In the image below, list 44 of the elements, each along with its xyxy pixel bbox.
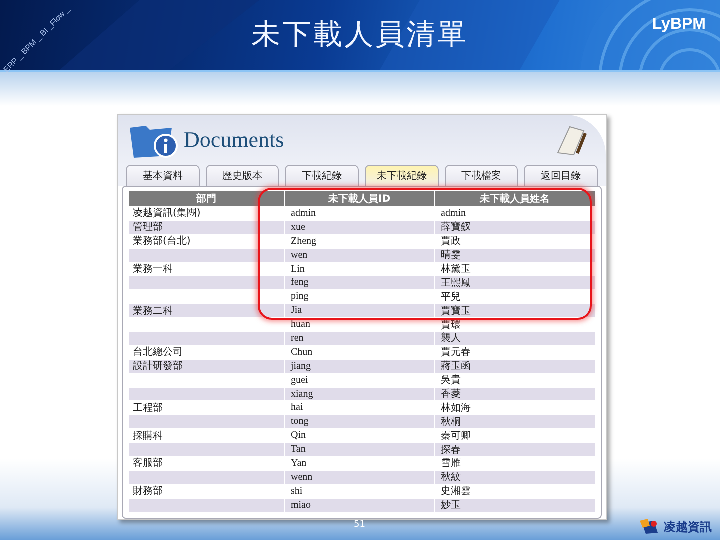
table-cell: jiang [284, 358, 434, 373]
table-cell: 香菱 [434, 386, 595, 400]
tab[interactable]: 基本資料 [126, 165, 200, 186]
table-cell: wenn [284, 470, 434, 484]
table-cell: miao [284, 498, 434, 512]
table-cell: guei [284, 372, 434, 387]
table-cell: 業務一科 [129, 262, 284, 276]
table-cell: 晴雯 [434, 248, 595, 262]
table-cell: 設計研發部 [129, 358, 284, 373]
tab[interactable]: 下載檔案 [444, 165, 518, 186]
table-cell: 薛寶釵 [434, 220, 595, 234]
column-header: 部門 [129, 191, 284, 206]
brand-label: LyBPM [652, 16, 706, 34]
table-cell: 林黛玉 [434, 262, 595, 276]
table-cell: Jia [284, 303, 434, 318]
table-cell: 賈寶玉 [434, 303, 595, 318]
table-cell: 管理部 [129, 220, 284, 234]
table-cell: 蔣玉函 [434, 358, 595, 373]
tab[interactable]: 未下載紀錄 [365, 165, 439, 186]
table-cell: tong [284, 414, 434, 428]
table-cell: 妙玉 [434, 498, 595, 512]
tab[interactable]: 下載紀錄 [285, 165, 360, 186]
table-cell: 探春 [434, 442, 595, 456]
table-cell: 襲人 [434, 331, 595, 345]
table-cell: xue [284, 220, 434, 234]
company-name: 凌越資訊 [664, 518, 712, 536]
slide-title: 未下載人員清單 [252, 16, 468, 53]
table-cell: 秋桐 [434, 414, 595, 428]
column-header: 未下載人員姓名 [434, 191, 595, 206]
table-cell: ren [284, 331, 434, 345]
table-cell: Tan [284, 442, 434, 456]
table-cell: 王熙鳳 [434, 275, 595, 290]
table-cell: feng [284, 275, 434, 290]
table-cell: 吳貴 [434, 372, 595, 387]
company-logo-icon [640, 519, 660, 535]
table-cell: 秋紋 [434, 470, 595, 484]
tab[interactable]: 返回目錄 [524, 165, 598, 186]
column-header: 未下載人員ID [284, 191, 434, 206]
table-cell: 業務二科 [129, 303, 284, 318]
tab[interactable]: 歷史版本 [206, 165, 280, 186]
page-number: 51 [354, 520, 366, 530]
table-cell: wen [284, 248, 434, 262]
table-cell: xiang [284, 386, 434, 400]
app-title: Documents [184, 127, 284, 153]
